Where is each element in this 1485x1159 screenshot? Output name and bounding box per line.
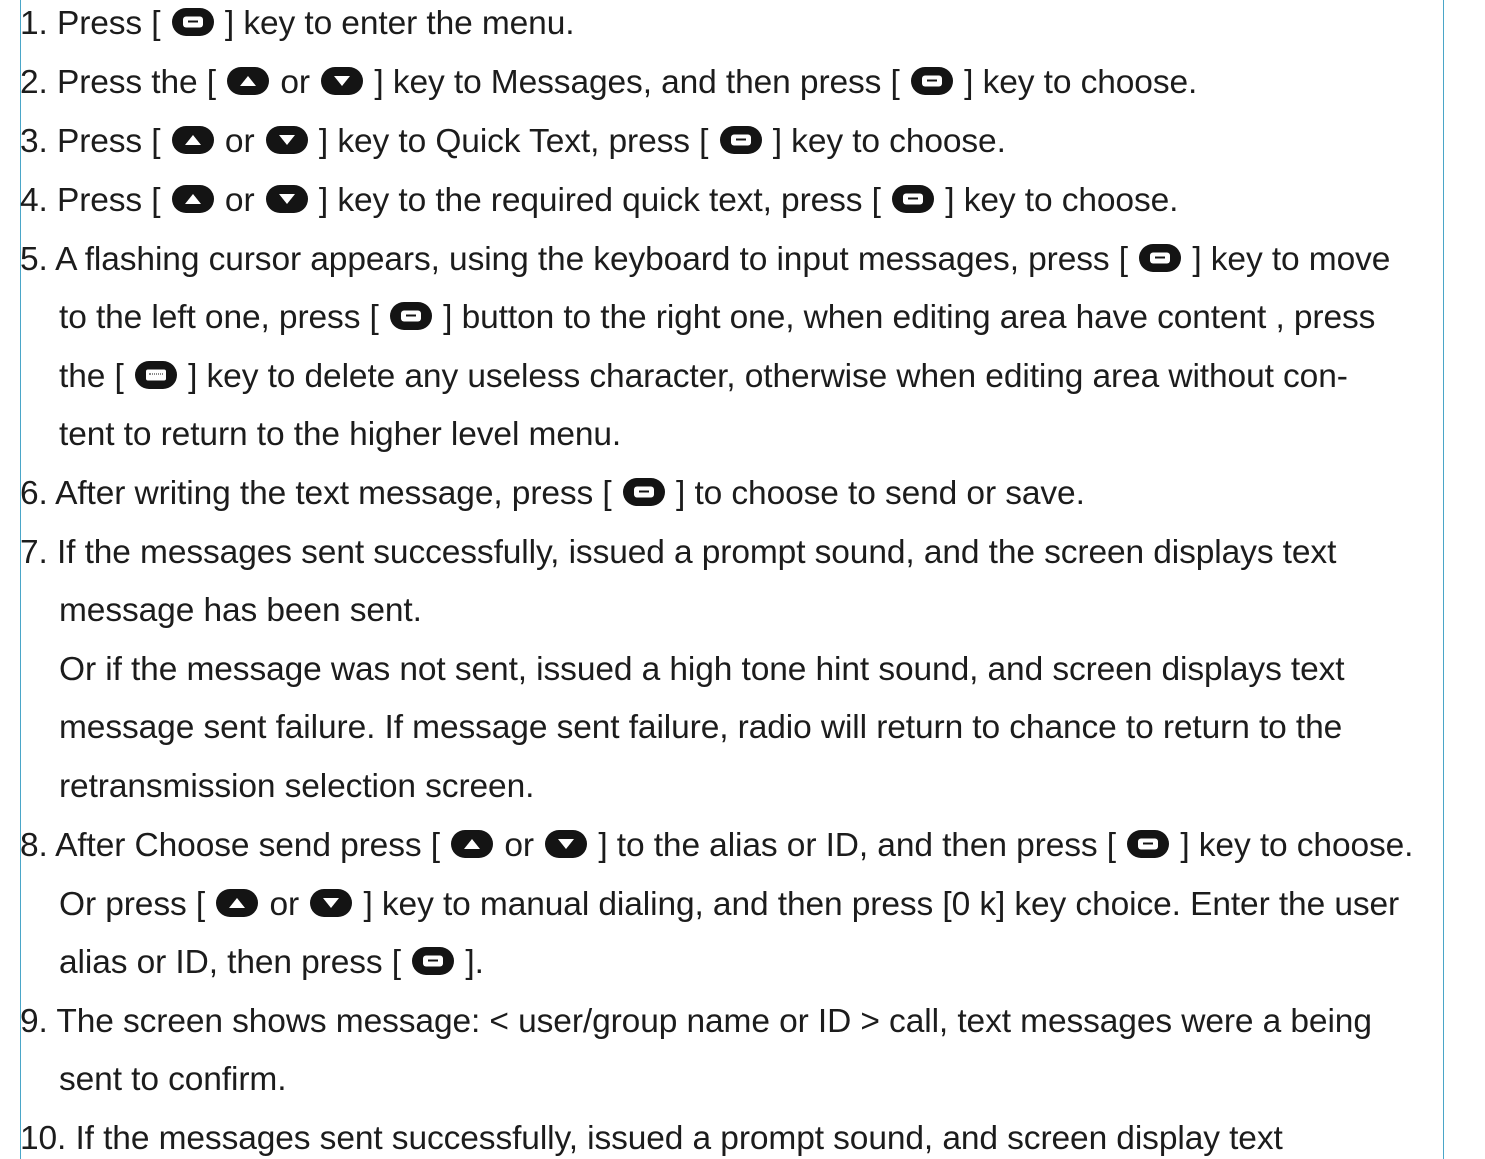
step-3-line: 3. Press [ or ] key to Quick Text, press…: [20, 122, 1006, 162]
step-1-line: 1. Press [ ] key to enter the menu.: [20, 4, 575, 44]
down-key-icon: [321, 67, 364, 96]
instruction-text: or: [271, 64, 320, 101]
instruction-text: 6. After writing the text message, press…: [20, 475, 621, 512]
menu-key-icon: [412, 947, 455, 976]
instruction-text: sent to confirm.: [59, 1061, 287, 1098]
menu-key-icon: [910, 67, 953, 96]
instruction-text: ].: [456, 944, 484, 981]
instruction-text: ] to the alias or ID, and then press [: [589, 827, 1126, 864]
instruction-text: ] key to choose.: [954, 64, 1198, 101]
step-7-continuation-line: retransmission selection screen.: [59, 767, 534, 807]
instruction-text: ] key to choose.: [936, 182, 1179, 219]
instruction-text: ] key to enter the menu.: [215, 5, 575, 42]
right-margin-guide: [1443, 0, 1444, 1159]
instruction-text: ] key to choose.: [763, 123, 1006, 160]
step-7-line: 7. If the messages sent successfully, is…: [20, 533, 1336, 573]
instruction-text: 5. A flashing cursor appears, using the …: [20, 241, 1138, 278]
step-5-line: 5. A flashing cursor appears, using the …: [20, 240, 1390, 280]
instruction-text: to the left one, press [: [59, 299, 388, 336]
instruction-text: or: [495, 827, 544, 864]
step-8-line: 8. After Choose send press [ or ] to the…: [20, 826, 1414, 866]
down-key-icon: [310, 889, 353, 918]
left-margin-guide: [20, 0, 21, 1159]
step-7-continuation-line: message has been sent.: [59, 591, 422, 631]
instruction-text: retransmission selection screen.: [59, 768, 535, 805]
instruction-text: or: [215, 182, 264, 219]
instruction-text: ] key to move: [1183, 241, 1391, 278]
menu-key-icon: [1127, 830, 1170, 859]
step-6-line: 6. After writing the text message, press…: [20, 474, 1085, 514]
menu-key-icon: [622, 478, 665, 507]
step-5-continuation-line: tent to return to the higher level menu.: [59, 415, 621, 455]
step-9-line: 9. The screen shows message: < user/grou…: [20, 1002, 1372, 1042]
menu-key-icon: [1139, 244, 1182, 273]
instruction-text: or: [215, 123, 264, 160]
keyboard-key-icon: [134, 361, 177, 390]
up-key-icon: [216, 889, 259, 918]
instruction-text: Or press [: [59, 886, 215, 923]
instruction-text: ] key to Messages, and then press [: [365, 64, 909, 101]
menu-key-icon: [892, 185, 935, 214]
menu-key-icon: [719, 126, 762, 155]
instruction-text: 7. If the messages sent successfully, is…: [20, 534, 1337, 571]
instruction-text: tent to return to the higher level menu.: [59, 416, 622, 453]
instruction-text: alias or ID, then press [: [59, 944, 411, 981]
instruction-text: Or if the message was not sent, issued a…: [59, 651, 1345, 688]
down-key-icon: [265, 185, 308, 214]
instruction-text: ] button to the right one, when editing …: [433, 299, 1376, 336]
instruction-text: 10. If the messages sent successfully, i…: [20, 1120, 1283, 1157]
instruction-text: 2. Press the [: [20, 64, 226, 101]
instruction-text: 8. After Choose send press [: [20, 827, 450, 864]
up-key-icon: [227, 67, 270, 96]
instruction-text: ] key to manual dialing, and then press …: [354, 886, 1400, 923]
instruction-text: message has been sent.: [59, 592, 422, 629]
up-key-icon: [171, 185, 214, 214]
instruction-text: ] key to Quick Text, press [: [309, 123, 718, 160]
instruction-text: message sent failure. If message sent fa…: [59, 709, 1343, 746]
instruction-text: ] key to choose.: [1171, 827, 1414, 864]
instruction-text: 1. Press [: [20, 5, 170, 42]
step-8-continuation-line: Or press [ or ] key to manual dialing, a…: [59, 885, 1399, 925]
up-key-icon: [451, 830, 494, 859]
step-5-continuation-line: the [ ] key to delete any useless charac…: [59, 357, 1348, 397]
step-9-continuation-line: sent to confirm.: [59, 1060, 287, 1100]
step-7-continuation-line: message sent failure. If message sent fa…: [59, 708, 1342, 748]
menu-key-icon: [389, 302, 432, 331]
instruction-text: the [: [59, 358, 133, 395]
step-7-continuation-line: Or if the message was not sent, issued a…: [59, 650, 1345, 690]
step-10-line: 10. If the messages sent successfully, i…: [20, 1119, 1283, 1159]
instruction-text: or: [260, 886, 309, 923]
step-8-continuation-line: alias or ID, then press [ ].: [59, 943, 484, 983]
instruction-text: ] key to delete any useless character, o…: [178, 358, 1348, 395]
down-key-icon: [545, 830, 588, 859]
step-2-line: 2. Press the [ or ] key to Messages, and…: [20, 63, 1197, 103]
instruction-text: 9. The screen shows message: < user/grou…: [20, 1003, 1372, 1040]
instruction-text: ] to choose to send or save.: [666, 475, 1085, 512]
up-key-icon: [171, 126, 214, 155]
instruction-text: 3. Press [: [20, 123, 170, 160]
instruction-text: 4. Press [: [20, 182, 170, 219]
down-key-icon: [265, 126, 308, 155]
step-4-line: 4. Press [ or ] key to the required quic…: [20, 181, 1178, 221]
instruction-text: ] key to the required quick text, press …: [309, 182, 891, 219]
step-5-continuation-line: to the left one, press [ ] button to the…: [59, 298, 1375, 338]
menu-key-icon: [171, 8, 214, 37]
